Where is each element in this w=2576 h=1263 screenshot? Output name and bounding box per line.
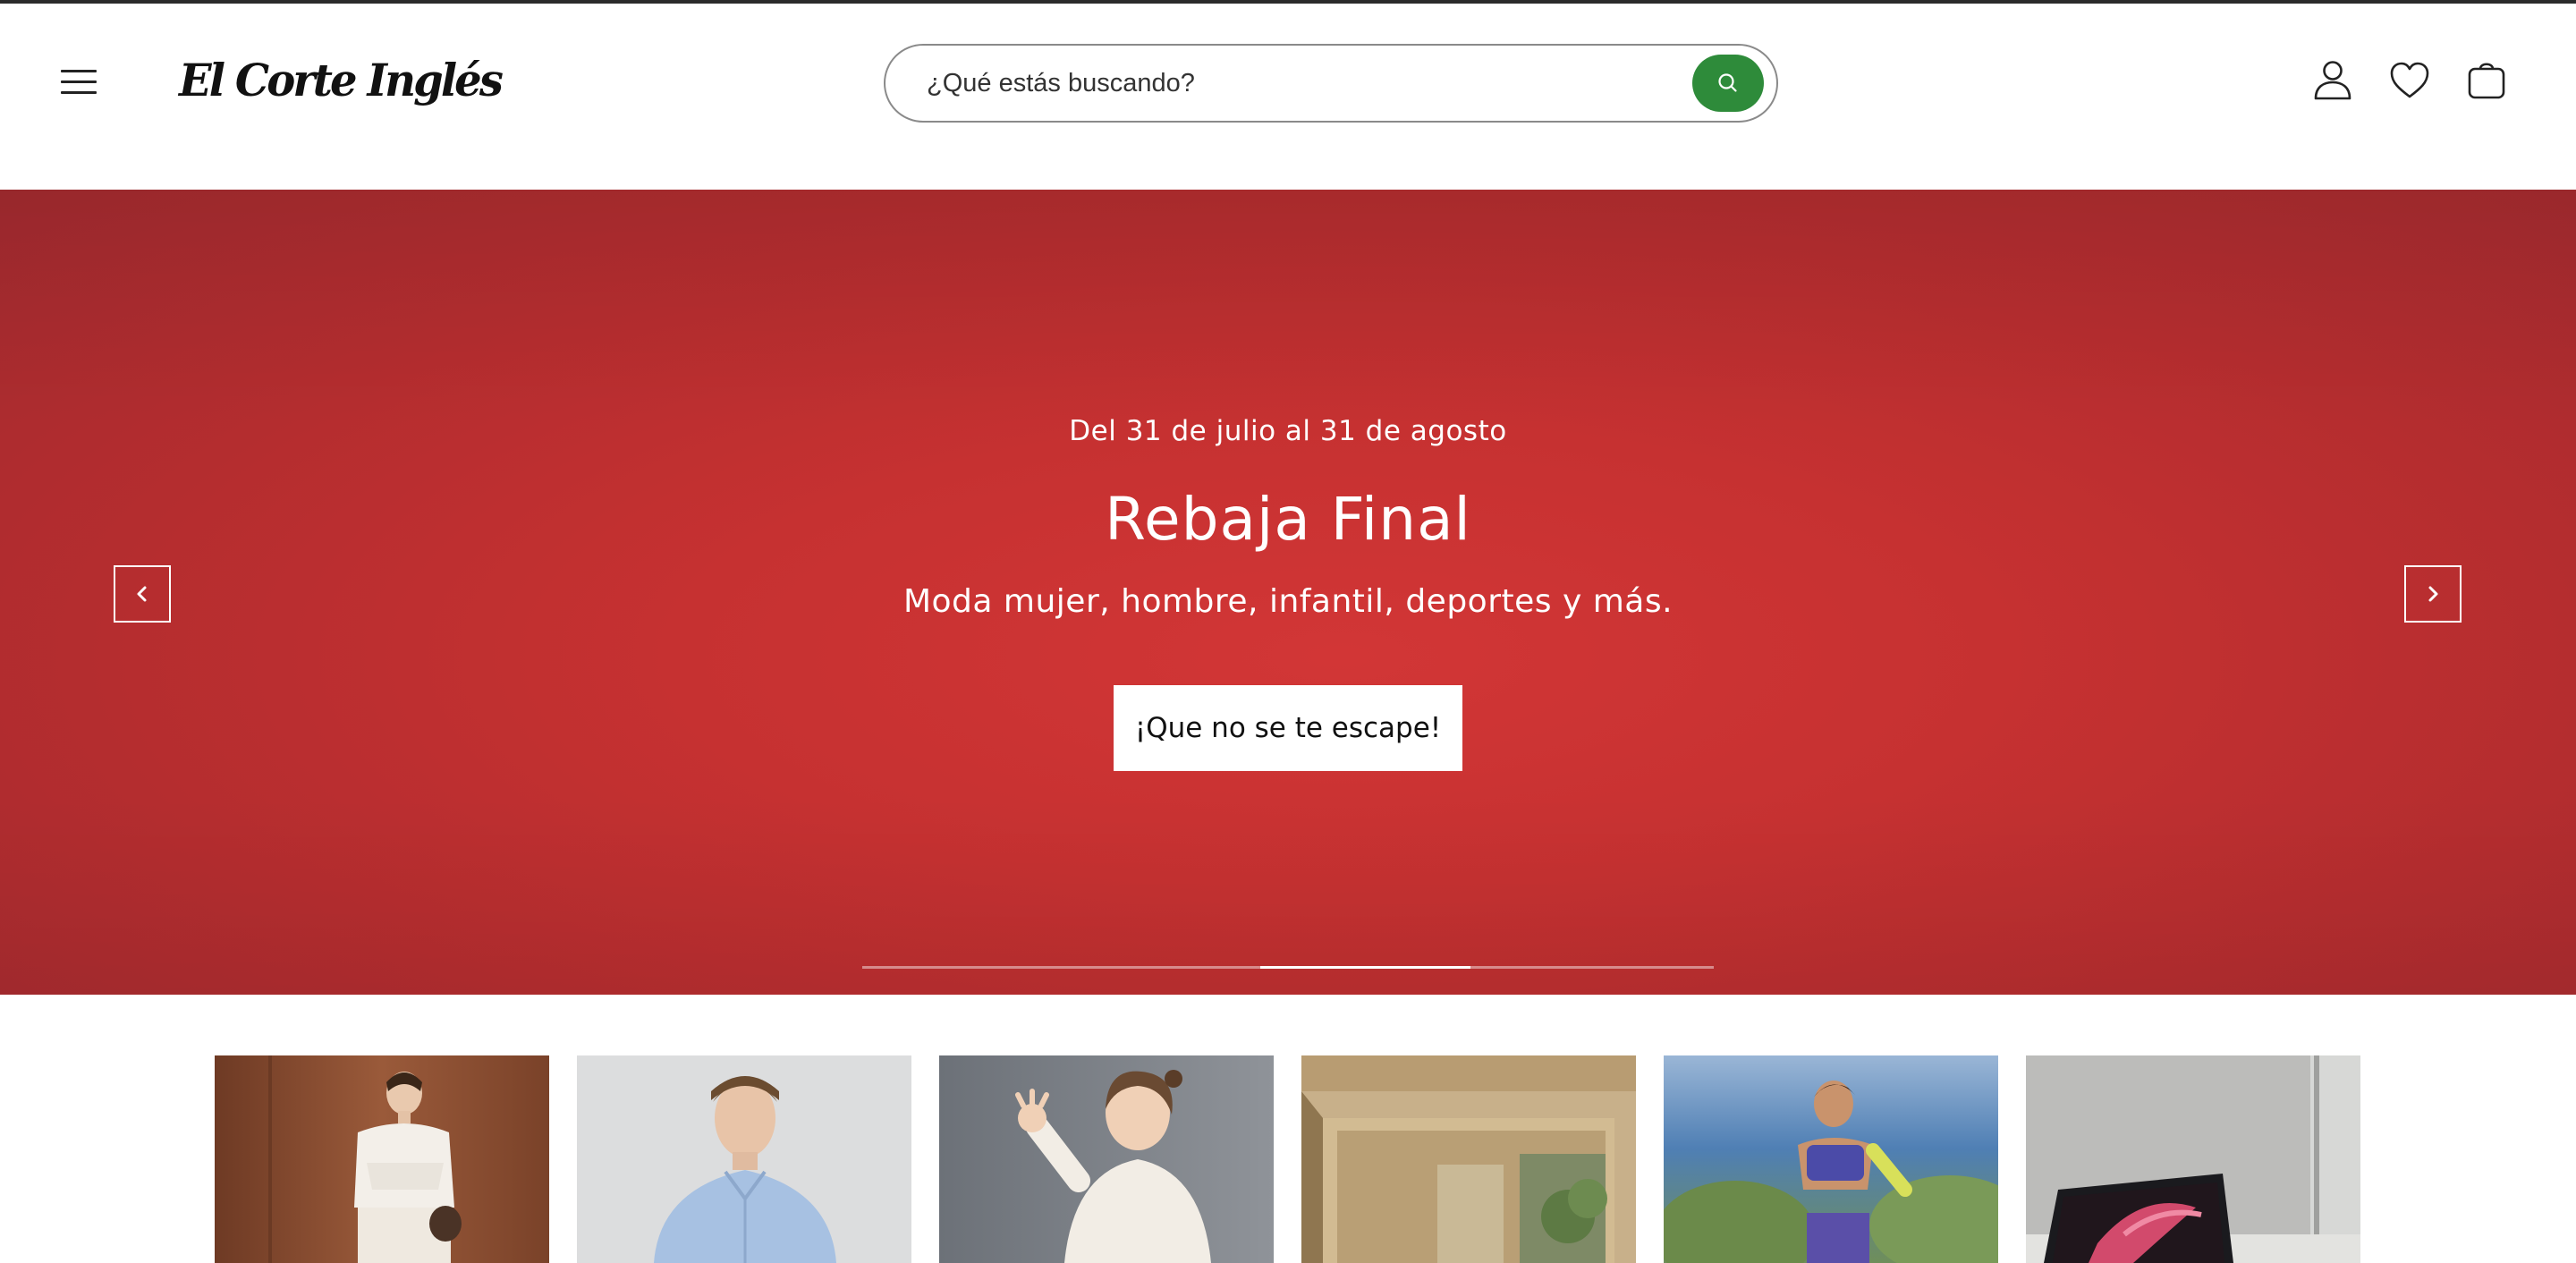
woman-in-white-top-photo [215,1055,549,1263]
hamburger-menu-icon[interactable] [57,63,104,102]
brand-logo-text: El Corte Inglés [179,54,504,106]
hero-banner: Del 31 de julio al 31 de agosto Rebaja F… [0,190,2576,995]
category-tile-hogar[interactable] [1301,1055,1636,1263]
search-button[interactable] [1692,55,1764,112]
menu-line [61,81,97,83]
brand-logo[interactable]: El Corte Inglés [179,45,504,116]
smiling-girl-waving-photo [939,1055,1274,1263]
man-in-blue-shirt-photo [577,1055,911,1263]
search-icon [1718,73,1737,92]
promo-date-range: Del 31 de julio al 31 de agosto [1069,415,1507,447]
user-icon-graphic [2314,61,2351,100]
category-tile-tecnologia[interactable] [2026,1055,2360,1263]
search-bar [884,44,1778,123]
search-input[interactable] [927,62,1660,105]
woman-running-outdoors-photo [1664,1055,1998,1263]
menu-line [61,70,97,72]
promo-subtitle: Moda mujer, hombre, infantil, deportes y… [902,583,1674,620]
promo-title: Rebaja Final [1105,485,1471,554]
menu-line [61,91,97,94]
shopping-bag-icon-graphic [2468,63,2505,99]
laptop-on-desk-photo [2026,1055,2360,1263]
category-tile-infantil[interactable] [939,1055,1274,1263]
interior-doorway-photo [1301,1055,1636,1263]
header-actions [2308,55,2558,106]
category-tile-mujer[interactable] [215,1055,549,1263]
carousel-progress [862,966,1714,969]
shopping-bag-icon[interactable] [2462,55,2512,106]
heart-icon-graphic [2390,62,2429,98]
promo-cta-button[interactable]: ¡Que no se te escape! [1114,685,1462,771]
site-header: El Corte Inglés [0,4,2576,190]
carousel-progress-fill [1260,966,1470,969]
category-tile-hombre[interactable] [577,1055,911,1263]
category-tiles [215,1055,2361,1263]
carousel-next-button[interactable] [2404,565,2462,623]
chevron-right-icon [2428,586,2438,602]
user-icon[interactable] [2308,55,2358,106]
heart-icon[interactable] [2385,55,2435,106]
category-tile-deportes[interactable] [1664,1055,1998,1263]
